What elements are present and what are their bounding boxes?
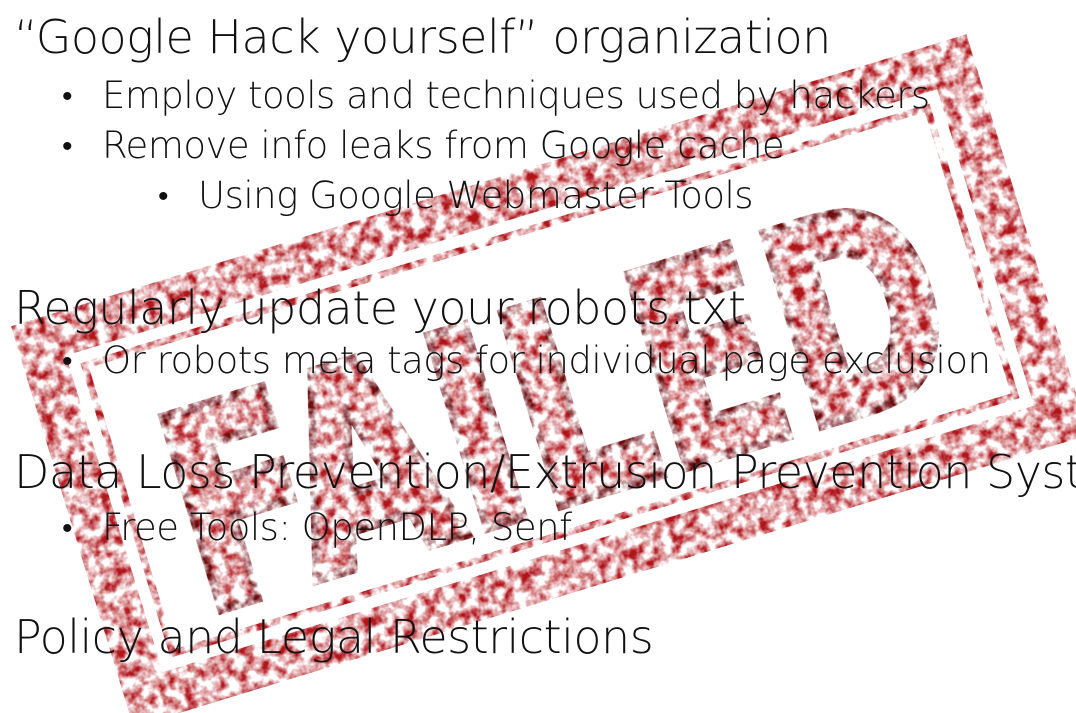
heading-policy-legal: Policy and Legal Restrictions (14, 610, 654, 664)
list-item-text: Or robots meta tags for individual page … (102, 339, 991, 382)
heading-robots-txt: Regularly update your robots.txt (14, 281, 746, 335)
list-item: • Employ tools and techniques used by hac… (62, 73, 930, 120)
list-item-text: Remove info leaks from Google cache (102, 124, 785, 167)
slide: FAILED “Google Hack yourself” organizati… (0, 0, 1076, 713)
sub-list-item-text: Using Google Webmaster Tools (198, 174, 754, 217)
list-item-text: Employ tools and techniques used by hack… (102, 74, 930, 117)
list-item: • Or robots meta tags for individual page… (62, 338, 991, 385)
bullet-icon: • (62, 79, 73, 114)
bullet-icon: • (62, 511, 73, 546)
bullet-icon: • (158, 179, 169, 214)
heading-data-loss-prevention: Data Loss Prevention/Extrusion Preventio… (14, 445, 1076, 499)
bullet-icon: • (62, 344, 73, 379)
list-item: • Free Tools: OpenDLP, Senf (62, 505, 572, 552)
bullet-icon: • (62, 129, 73, 164)
list-item: • Remove info leaks from Google cache (62, 123, 785, 170)
heading-google-hack-yourself: “Google Hack yourself” organization (14, 10, 831, 64)
list-item-text: Free Tools: OpenDLP, Senf (102, 506, 572, 549)
sub-list-item: • Using Google Webmaster Tools (158, 173, 754, 220)
